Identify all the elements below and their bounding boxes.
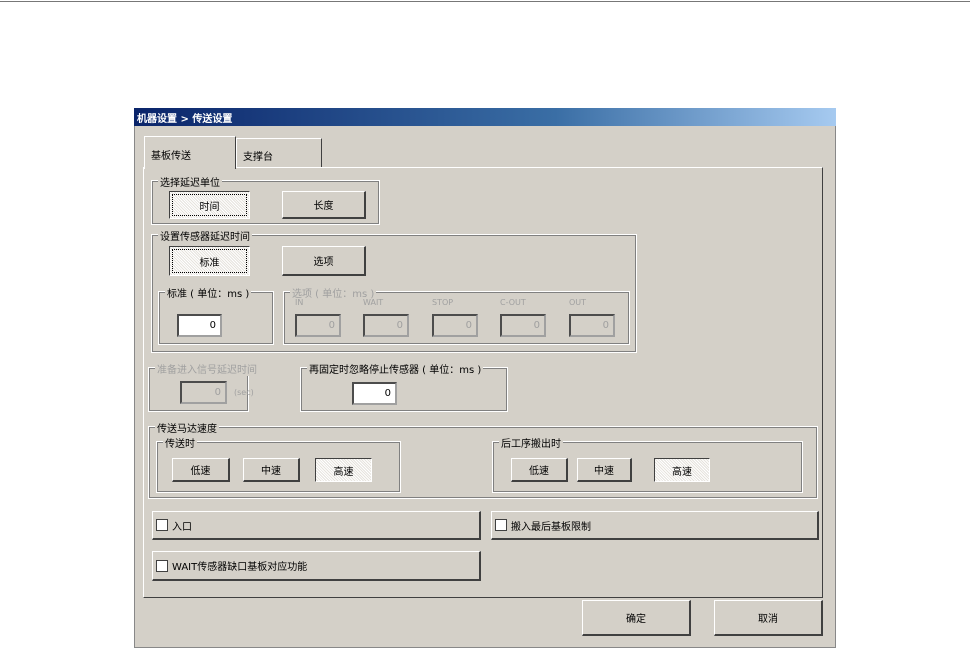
transfer-low-button[interactable]: 低速 <box>172 458 230 482</box>
time-button[interactable]: 时间 <box>169 191 250 219</box>
cancel-button[interactable]: 取消 <box>714 600 823 636</box>
standard-delay-input[interactable]: 0 <box>177 314 222 337</box>
transfer-high-button[interactable]: 高速 <box>315 458 372 482</box>
in-input[interactable]: 0 <box>295 314 341 337</box>
checkbox-icon[interactable] <box>156 519 168 531</box>
ready-signal-input[interactable]: 0 <box>180 381 227 404</box>
group-label: 标准 ( 单位：ms ) <box>165 285 252 300</box>
title-bar: 机器设置 > 传送设置 <box>134 108 836 126</box>
group-label: 后工序搬出时 <box>499 435 563 450</box>
top-divider <box>0 1 970 2</box>
entrance-checkbox[interactable]: 入口 <box>152 511 481 540</box>
ok-button[interactable]: 确定 <box>582 600 691 636</box>
group-label: 准备进入信号延迟时间 <box>155 361 259 376</box>
group-label: 选择延迟单位 <box>158 174 222 189</box>
length-button[interactable]: 长度 <box>282 191 366 219</box>
stop-label: STOP <box>432 298 454 307</box>
unload-low-button[interactable]: 低速 <box>511 458 568 482</box>
wait-input[interactable]: 0 <box>363 314 409 337</box>
checkbox-label: WAIT传感器缺口基板对应功能 <box>172 562 308 573</box>
group-label: 再固定时忽略停止传感器 ( 单位：ms ) <box>307 361 484 376</box>
c-out-input[interactable]: 0 <box>500 314 546 337</box>
options-button[interactable]: 选项 <box>282 246 366 276</box>
checkbox-label: 搬入最后基板限制 <box>511 521 591 533</box>
sec-unit-label: (sec) <box>234 388 254 397</box>
checkbox-icon[interactable] <box>495 519 507 531</box>
stop-input[interactable]: 0 <box>432 314 478 337</box>
checkbox-icon[interactable] <box>156 559 168 572</box>
out-input[interactable]: 0 <box>569 314 615 337</box>
tab-support-table[interactable]: 支撑台 <box>236 138 322 167</box>
checkbox-label: 入口 <box>172 521 192 533</box>
transfer-mid-button[interactable]: 中速 <box>243 458 300 482</box>
group-label: 传送马达速度 <box>155 420 219 435</box>
wait-sensor-notch-checkbox[interactable]: WAIT传感器缺口基板对应功能 <box>152 551 481 581</box>
refix-input[interactable]: 0 <box>352 382 397 405</box>
unload-mid-button[interactable]: 中速 <box>577 458 632 482</box>
c-out-label: C-OUT <box>500 298 526 307</box>
group-label: 设置传感器延迟时间 <box>158 228 252 243</box>
tab-board-transfer[interactable]: 基板传送 <box>144 136 236 169</box>
standard-button[interactable]: 标准 <box>169 246 250 276</box>
unload-high-button[interactable]: 高速 <box>654 458 710 482</box>
wait-label: WAIT <box>363 298 384 307</box>
in-label: IN <box>295 298 304 307</box>
out-label: OUT <box>569 298 587 307</box>
last-board-limit-checkbox[interactable]: 搬入最后基板限制 <box>491 511 819 540</box>
refix-group: 再固定时忽略停止传感器 ( 单位：ms ) <box>300 361 508 412</box>
group-label: 传送时 <box>163 435 197 450</box>
